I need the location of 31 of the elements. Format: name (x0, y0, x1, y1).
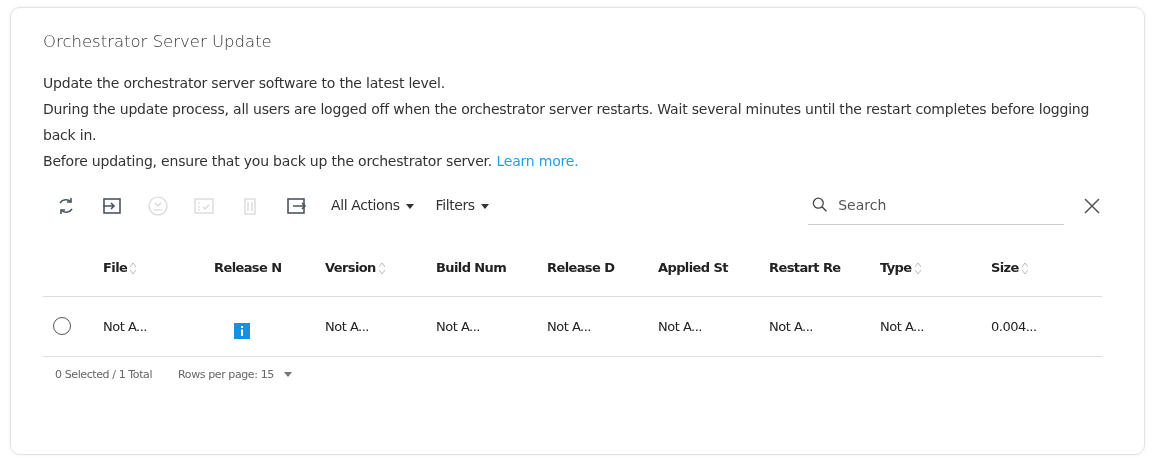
sort-icon[interactable] (914, 263, 921, 274)
dropdown-menu-button[interactable]: Filters (435, 195, 489, 217)
column-header[interactable]: Build Num (436, 258, 507, 278)
description-text: Before updating, ensure that you back up the orchestrator server. Learn more. (43, 151, 580, 171)
column-header[interactable]: Type (880, 258, 921, 278)
sort-icon[interactable] (130, 263, 137, 274)
table-cell: Not A... (658, 319, 702, 335)
selection-summary: 0 Selected / 1 Total (55, 366, 153, 383)
table-cell: Not A... (880, 319, 924, 335)
column-header[interactable]: Restart Re (769, 258, 841, 278)
table-cell: Not A... (547, 319, 591, 335)
column-header[interactable]: File (103, 258, 137, 278)
table-cell: 0.004... (991, 319, 1037, 335)
column-header[interactable]: Release N (214, 258, 282, 278)
info-icon[interactable] (234, 322, 250, 339)
table-cell: Not A... (769, 319, 813, 335)
table-cell: Not A... (436, 319, 480, 335)
table-cell: Not A... (325, 319, 369, 335)
column-header[interactable]: Version (325, 258, 385, 278)
column-header[interactable]: Size (991, 258, 1028, 278)
sort-icon[interactable] (378, 263, 385, 274)
dropdown-menu-button[interactable]: All Actions (331, 195, 414, 217)
card-title: Orchestrator Server Update (43, 31, 273, 53)
sort-icon[interactable] (1021, 263, 1028, 274)
table-cell: Not A... (103, 319, 147, 335)
column-header[interactable]: Release D (547, 258, 615, 278)
description-text: Update the orchestrator server software to the latest level. (43, 73, 446, 93)
column-header[interactable]: Applied St (658, 258, 728, 278)
description-text: During the update process, all users are logged off when the orchestrator server restarts. Wait several minutes until the restart completes before logging back in. (43, 99, 1091, 145)
close-icon[interactable] (1082, 195, 1102, 216)
rows-per-page-dropdown[interactable]: Rows per page: 15 (178, 366, 292, 384)
